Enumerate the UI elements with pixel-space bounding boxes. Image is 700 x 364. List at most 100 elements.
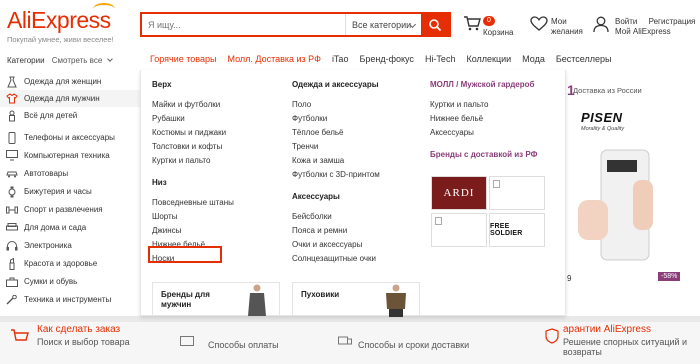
dress-icon [5, 76, 19, 88]
menu-spacer [152, 168, 234, 178]
promo-label-line1: Бренды для [161, 290, 210, 299]
sidebar-item-tools[interactable]: Техника и инструменты [0, 291, 140, 308]
footer-subtitle: Способы и сроки доставки [358, 340, 470, 350]
sidebar-item-electronics[interactable]: Электроника [0, 237, 140, 254]
nav-hitech[interactable]: Hi-Tech [425, 54, 456, 64]
menu-heading-bottom[interactable]: Низ [152, 178, 234, 187]
menu-link[interactable]: Солнцезащитные очки [292, 252, 380, 266]
sidebar-item-sport[interactable]: Спорт и развлечения [0, 201, 140, 218]
dumbbell-icon [5, 204, 19, 216]
sidebar-item-beauty[interactable]: Красота и здоровье [0, 255, 140, 272]
delivery-label: Доставка из России [573, 86, 642, 95]
categories-header[interactable]: Категории Смотреть все [7, 56, 113, 65]
menu-link[interactable]: Куртки и пальто [152, 154, 234, 168]
nav-mall[interactable]: Молл. Доставка из РФ [227, 54, 320, 64]
footer-subtitle-line2: возвраты [563, 347, 602, 357]
right-promo-panel[interactable]: 1 Доставка из России PISEN Morality & Qu… [567, 70, 700, 288]
aliexpress-page: AliExpress Покупай умнее, живи веселее! … [0, 0, 700, 364]
see-all-link[interactable]: Смотреть все [52, 56, 103, 65]
menu-link[interactable]: Повседневные штаны [152, 196, 234, 210]
sidebar-item-bags[interactable]: Сумки и обувь [0, 273, 140, 290]
cart-icon [464, 16, 481, 31]
user-icon [593, 16, 609, 33]
footer-guarantees[interactable]: арантии AliExpress Решение спорных ситуа… [563, 324, 687, 357]
cart-count-badge: 0 [483, 16, 495, 26]
menu-link[interactable]: Очки и аксессуары [292, 238, 380, 252]
menu-link[interactable]: Поло [292, 98, 380, 112]
login-link[interactable]: Войти [615, 17, 637, 26]
footer-subtitle: Способы оплаты [208, 340, 279, 350]
menu-link[interactable]: Нижнее бельё [430, 112, 537, 126]
cart-button[interactable]: 0 Корзина [461, 13, 531, 39]
headphones-icon [5, 240, 19, 252]
menu-link[interactable]: Куртки и пальто [430, 98, 537, 112]
brand-logo: PISEN [581, 110, 623, 125]
brand-placeholder[interactable] [431, 213, 487, 247]
footer-how-to-order[interactable]: Как сделать заказ Поиск и выбор товара [37, 324, 130, 347]
lipstick-icon [5, 257, 19, 270]
menu-link[interactable]: Тренчи [292, 140, 380, 154]
menu-heading-accessories[interactable]: Аксессуары [292, 192, 380, 201]
chevron-down-icon [106, 56, 113, 62]
search-button[interactable] [421, 14, 449, 35]
sidebar-item-label: Электроника [24, 241, 72, 250]
menu-link[interactable]: Бейсболки [292, 210, 380, 224]
menu-link[interactable]: Тёплое бельё [292, 126, 380, 140]
bag-icon [5, 276, 19, 288]
menu-link[interactable]: Джинсы [152, 224, 234, 238]
search-category-select[interactable]: Все категории [345, 14, 421, 35]
wishlist-button[interactable]: Мои желания [530, 13, 590, 39]
brand-placeholder[interactable] [489, 176, 545, 210]
menu-link[interactable]: Кожа и замша [292, 154, 380, 168]
menu-link[interactable]: Футболки [292, 112, 380, 126]
nav-collections[interactable]: Коллекции [466, 54, 511, 64]
promo-down-jackets[interactable]: Пуховики [292, 282, 420, 317]
sidebar-item-computers[interactable]: Компьютерная техника [0, 147, 140, 164]
menu-link[interactable]: Толстовки и кофты [152, 140, 234, 154]
nav-fashion[interactable]: Мода [522, 54, 545, 64]
sidebar-item-jewelry[interactable]: Бижутерия и часы [0, 183, 140, 200]
menu-heading-brands[interactable]: Бренды с доставкой из РФ [430, 150, 537, 159]
footer-payment[interactable]: Способы оплаты [208, 338, 279, 350]
sidebar-item-label: Телефоны и аксессуары [24, 133, 115, 142]
menu-link[interactable]: Аксессуары [430, 126, 537, 140]
nav-itao[interactable]: iTao [332, 54, 349, 64]
search-input[interactable] [142, 14, 345, 35]
highlight-box [148, 246, 222, 263]
menu-link[interactable]: Майки и футболки [152, 98, 234, 112]
brand-free-soldier-logo[interactable]: FREE SOLDIER [489, 213, 545, 247]
menu-link[interactable]: Рубашки [152, 112, 234, 126]
watch-icon [5, 186, 19, 198]
menu-link[interactable]: Костюмы и пиджаки [152, 126, 234, 140]
sidebar-item-home[interactable]: Для дома и сада [0, 219, 140, 236]
sidebar-item-women[interactable]: Одежда для женщин [0, 73, 140, 90]
sidebar-item-phones[interactable]: Телефоны и аксессуары [0, 129, 140, 146]
promo-brands-for-men[interactable]: Бренды для мужчин [152, 282, 280, 316]
sidebar-item-men[interactable]: Одежда для мужчин [0, 90, 140, 107]
sidebar-item-label: Для дома и сада [24, 223, 87, 232]
promo-label-line2: мужчин [161, 300, 192, 309]
nav-brand-focus[interactable]: Бренд-фокус [359, 54, 413, 64]
menu-heading-mall[interactable]: МОЛЛ / Мужской гардероб [430, 80, 537, 89]
promo-label: Пуховики [301, 290, 340, 299]
sidebar-item-auto[interactable]: Автотовары [0, 165, 140, 182]
register-link[interactable]: Регистрация [649, 17, 696, 26]
menu-link[interactable]: Пояса и ремни [292, 224, 380, 238]
footer-delivery[interactable]: Способы и сроки доставки [358, 338, 469, 350]
nav-hot-goods[interactable]: Горячие товары [150, 54, 216, 64]
brand-ardi-logo[interactable]: ARDI [431, 176, 487, 210]
sidebar-item-label: Компьютерная техника [24, 151, 110, 160]
menu-heading-top[interactable]: Одежда и аксессуары [292, 80, 380, 89]
mega-menu: Верх Майки и футболки Рубашки Костюмы и … [140, 70, 566, 317]
auth-links: Войти Регистрация [615, 17, 700, 26]
sidebar-item-kids[interactable]: Всё для детей [0, 107, 140, 124]
menu-link[interactable]: Футболки с 3D-принтом [292, 168, 380, 182]
nav-bestsellers[interactable]: Бестселлеры [556, 54, 612, 64]
logo[interactable]: AliExpress [7, 3, 115, 34]
my-account-link[interactable]: Мой AliExpress [615, 27, 671, 36]
wishlist-label: Мои желания [551, 17, 591, 37]
sidebar-item-label: Бижутерия и часы [24, 187, 92, 196]
menu-link[interactable]: Шорты [152, 210, 234, 224]
menu-heading-top[interactable]: Верх [152, 80, 234, 89]
man-in-jacket-image [386, 284, 406, 317]
